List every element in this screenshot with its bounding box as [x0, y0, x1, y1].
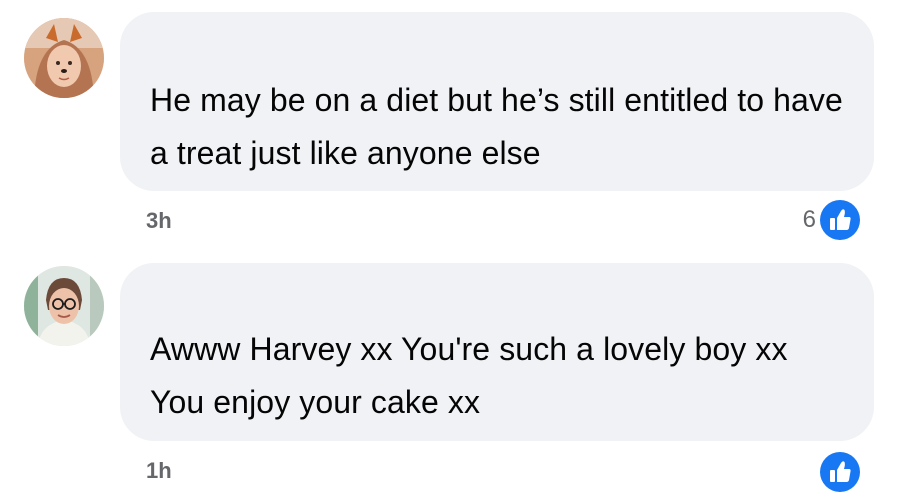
- like-icon: [818, 450, 862, 494]
- comment-bubble[interactable]: He may be on a diet but he’s still entit…: [120, 12, 874, 191]
- avatar[interactable]: [24, 18, 104, 98]
- reaction-summary[interactable]: 6: [803, 198, 862, 242]
- comment-thread: He may be on a diet but he’s still entit…: [0, 0, 900, 504]
- comment-text: Awww Harvey xx You're such a lovely boy …: [150, 331, 788, 420]
- comment-timestamp[interactable]: 1h: [146, 458, 172, 484]
- like-icon: [818, 198, 862, 242]
- avatar[interactable]: [24, 266, 104, 346]
- reaction-count: 6: [802, 206, 816, 233]
- reaction-summary[interactable]: [816, 450, 862, 494]
- comment-bubble[interactable]: Awww Harvey xx You're such a lovely boy …: [120, 263, 874, 441]
- comment-timestamp[interactable]: 3h: [146, 208, 172, 234]
- comment-text: He may be on a diet but he’s still entit…: [150, 82, 843, 171]
